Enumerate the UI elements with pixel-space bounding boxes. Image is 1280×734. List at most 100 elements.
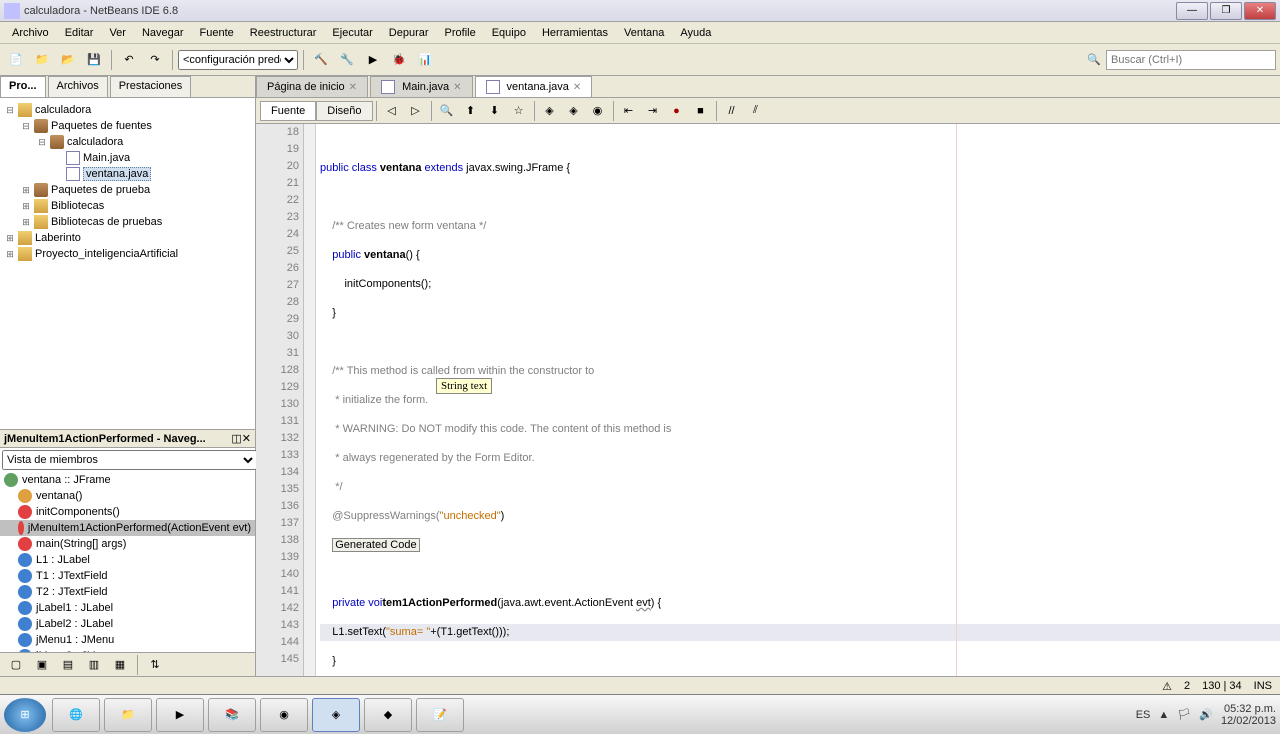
menu-fuente[interactable]: Fuente <box>192 24 242 42</box>
language-indicator[interactable]: ES <box>1136 709 1151 721</box>
debug-button[interactable]: 🐞 <box>387 48 411 72</box>
tray-flag-icon[interactable]: 🏳 <box>1177 708 1191 721</box>
minimize-button[interactable]: — <box>1176 2 1208 20</box>
member-initcomponents[interactable]: initComponents() <box>0 504 255 520</box>
tab-main-java[interactable]: Main.java✕ <box>370 76 472 97</box>
menu-ver[interactable]: Ver <box>101 24 134 42</box>
find-button[interactable]: 🔍 <box>435 99 459 123</box>
tab-services[interactable]: Prestaciones <box>110 76 192 97</box>
navigator-close-icon[interactable]: ✕ <box>242 432 251 445</box>
source-view-button[interactable]: Fuente <box>260 101 316 121</box>
new-file-button[interactable]: 📄 <box>4 48 28 72</box>
menu-depurar[interactable]: Depurar <box>381 24 437 42</box>
open-button[interactable]: 📂 <box>56 48 80 72</box>
uncomment-button[interactable]: ⫽ <box>744 99 768 123</box>
toggle-bookmark-button[interactable]: ◉ <box>586 99 610 123</box>
history-back-button[interactable]: ◁ <box>380 99 404 123</box>
tree-file-main[interactable]: Main.java <box>4 150 251 166</box>
macro-stop-button[interactable]: ■ <box>689 99 713 123</box>
nav-filter-3[interactable]: ▤ <box>56 653 80 677</box>
task-notes[interactable]: 📝 <box>416 698 464 732</box>
member-field-jmenu1[interactable]: jMenu1 : JMenu <box>0 632 255 648</box>
profile-button[interactable]: 📊 <box>413 48 437 72</box>
search-input[interactable] <box>1106 50 1276 70</box>
member-actionperformed[interactable]: jMenuItem1ActionPerformed(ActionEvent ev… <box>0 520 255 536</box>
menu-archivo[interactable]: Archivo <box>4 24 57 42</box>
menu-ventana[interactable]: Ventana <box>616 24 672 42</box>
macro-record-button[interactable]: ● <box>665 99 689 123</box>
shift-left-button[interactable]: ⇤ <box>617 99 641 123</box>
nav-filter-4[interactable]: ▥ <box>82 653 106 677</box>
tree-test-libraries[interactable]: ⊞Bibliotecas de pruebas <box>4 214 251 230</box>
tab-close-icon[interactable]: ✕ <box>349 82 357 93</box>
tree-project-ia[interactable]: ⊞Proyecto_inteligenciaArtificial <box>4 246 251 262</box>
tray-expand-icon[interactable]: ▲ <box>1158 709 1169 721</box>
tree-package-calculadora[interactable]: ⊟calculadora <box>4 134 251 150</box>
nav-sort[interactable]: ⇅ <box>143 653 167 677</box>
tab-start-page[interactable]: Página de inicio✕ <box>256 76 368 97</box>
member-field-jlabel1[interactable]: jLabel1 : JLabel <box>0 600 255 616</box>
run-button[interactable]: ▶ <box>361 48 385 72</box>
code-area[interactable]: String text public class ventana extends… <box>316 124 1280 676</box>
clock-time[interactable]: 05:32 p.m. <box>1221 703 1276 715</box>
member-class[interactable]: ventana :: JFrame <box>0 472 255 488</box>
tree-project-laberinto[interactable]: ⊞Laberinto <box>4 230 251 246</box>
shift-right-button[interactable]: ⇥ <box>641 99 665 123</box>
task-chrome[interactable]: ◉ <box>260 698 308 732</box>
member-field-jlabel2[interactable]: jLabel2 : JLabel <box>0 616 255 632</box>
menu-ejecutar[interactable]: Ejecutar <box>324 24 380 42</box>
menu-profile[interactable]: Profile <box>437 24 484 42</box>
tray-volume-icon[interactable]: 🔊 <box>1199 708 1213 721</box>
toggle-highlight-button[interactable]: ☆ <box>507 99 531 123</box>
clock-date[interactable]: 12/02/2013 <box>1221 715 1276 727</box>
tree-project-calculadora[interactable]: ⊟calculadora <box>4 102 251 118</box>
members-list[interactable]: ventana :: JFrame ventana() initComponen… <box>0 472 255 652</box>
comment-button[interactable]: // <box>720 99 744 123</box>
project-tree[interactable]: ⊟calculadora ⊟Paquetes de fuentes ⊟calcu… <box>0 98 255 429</box>
task-ie[interactable]: 🌐 <box>52 698 100 732</box>
tab-projects[interactable]: Pro... <box>0 76 46 97</box>
menu-herramientas[interactable]: Herramientas <box>534 24 616 42</box>
folded-code[interactable]: Generated Code <box>332 538 419 552</box>
tree-test-packages[interactable]: ⊞Paquetes de prueba <box>4 182 251 198</box>
navigator-dock-icon[interactable]: ◫ <box>231 432 241 445</box>
close-button[interactable]: ✕ <box>1244 2 1276 20</box>
start-button[interactable]: ⊞ <box>4 698 46 732</box>
next-bookmark-button[interactable]: ◈ <box>562 99 586 123</box>
tab-files[interactable]: Archivos <box>48 76 108 97</box>
navigator-view-select[interactable]: Vista de miembros <box>2 450 257 470</box>
prev-bookmark-button[interactable]: ◈ <box>538 99 562 123</box>
nav-filter-1[interactable]: ▢ <box>4 653 28 677</box>
tab-ventana-java[interactable]: ventana.java✕ <box>475 76 593 97</box>
task-explorer[interactable]: 📁 <box>104 698 152 732</box>
nav-filter-2[interactable]: ▣ <box>30 653 54 677</box>
menu-ayuda[interactable]: Ayuda <box>672 24 719 42</box>
task-winrar[interactable]: 📚 <box>208 698 256 732</box>
run-config-select[interactable]: <configuración prede... <box>178 50 298 70</box>
build-button[interactable]: 🔨 <box>309 48 333 72</box>
menu-editar[interactable]: Editar <box>57 24 102 42</box>
find-next-button[interactable]: ⬇ <box>483 99 507 123</box>
task-wmp[interactable]: ▶ <box>156 698 204 732</box>
member-field-t1[interactable]: T1 : JTextField <box>0 568 255 584</box>
new-project-button[interactable]: 📁 <box>30 48 54 72</box>
undo-button[interactable]: ↶ <box>117 48 141 72</box>
tab-close-icon[interactable]: ✕ <box>573 82 581 93</box>
clean-build-button[interactable]: 🔧 <box>335 48 359 72</box>
design-view-button[interactable]: Diseño <box>316 101 372 121</box>
fold-column[interactable] <box>304 124 316 676</box>
task-netbeans[interactable]: ◈ <box>312 698 360 732</box>
tree-file-ventana[interactable]: ventana.java <box>4 166 251 182</box>
member-constructor[interactable]: ventana() <box>0 488 255 504</box>
tab-close-icon[interactable]: ✕ <box>453 82 461 93</box>
code-editor[interactable]: 1819202122232425262728293031128129130131… <box>256 124 1280 676</box>
member-main[interactable]: main(String[] args) <box>0 536 255 552</box>
menu-navegar[interactable]: Navegar <box>134 24 192 42</box>
redo-button[interactable]: ↷ <box>143 48 167 72</box>
menu-equipo[interactable]: Equipo <box>484 24 534 42</box>
menu-reestructurar[interactable]: Reestructurar <box>242 24 325 42</box>
task-aptana[interactable]: ◆ <box>364 698 412 732</box>
member-field-t2[interactable]: T2 : JTextField <box>0 584 255 600</box>
save-all-button[interactable]: 💾 <box>82 48 106 72</box>
tree-source-packages[interactable]: ⊟Paquetes de fuentes <box>4 118 251 134</box>
